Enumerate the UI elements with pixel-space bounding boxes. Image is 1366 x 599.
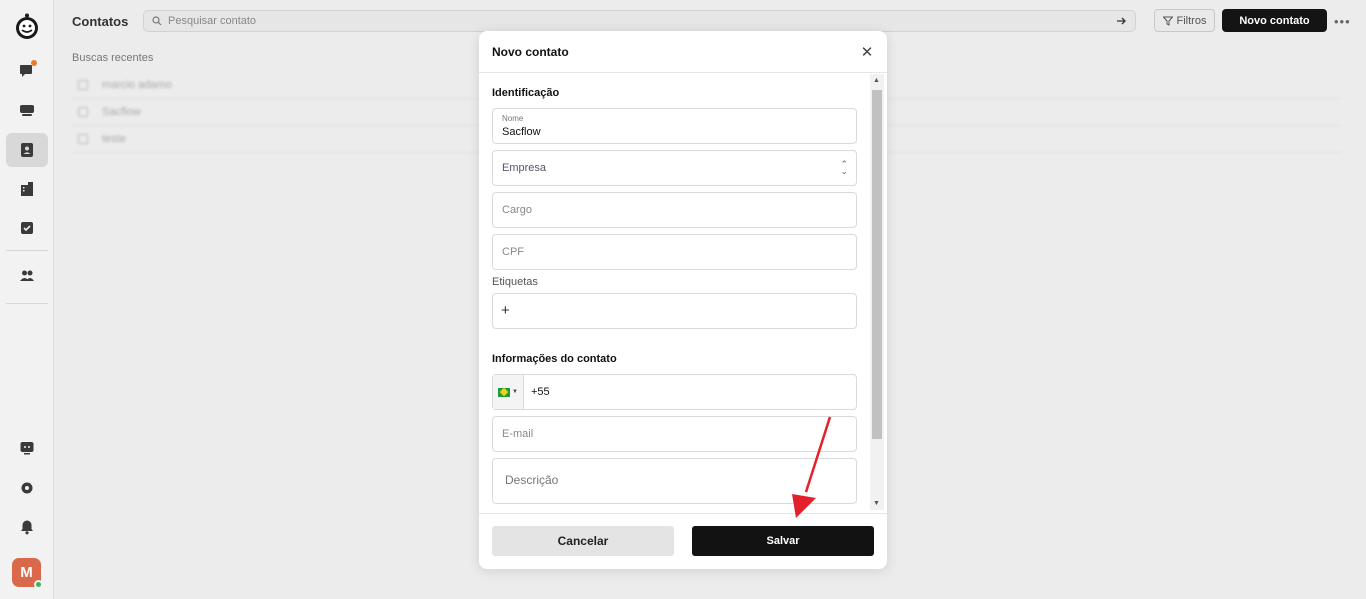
scroll-down-icon[interactable]: ▼	[873, 500, 880, 507]
brazil-flag-icon	[498, 387, 511, 397]
scroll-thumb[interactable]	[872, 90, 882, 439]
modal-title: Novo contato	[492, 44, 569, 59]
role-placeholder: Cargo	[502, 204, 532, 216]
company-select[interactable]: Empresa ⌃ ⌄	[492, 150, 857, 186]
modal-header: Novo contato ✕	[479, 31, 887, 73]
modal-footer: Cancelar Salvar	[479, 513, 887, 569]
scroll-up-icon[interactable]: ▲	[873, 77, 880, 84]
role-field[interactable]: Cargo	[492, 192, 857, 228]
caret-down-icon: ▼	[512, 389, 518, 395]
save-button[interactable]: Salvar	[692, 526, 874, 556]
name-field[interactable]: Nome Sacflow	[492, 108, 857, 144]
name-value: Sacflow	[502, 126, 541, 138]
tags-label: Etiquetas	[492, 276, 538, 288]
email-field[interactable]: E-mail	[492, 416, 857, 452]
phone-value: +55	[531, 386, 550, 398]
plus-icon[interactable]: +	[501, 302, 510, 319]
name-label: Nome	[502, 114, 524, 123]
country-selector[interactable]: ▼	[493, 375, 524, 409]
email-placeholder: E-mail	[502, 428, 534, 440]
description-field[interactable]: Descrição	[492, 458, 857, 504]
new-contact-modal: Novo contato ✕ Identificação Nome Sacflo…	[479, 31, 887, 569]
section-contact-title: Informações do contato	[492, 353, 617, 365]
tags-field[interactable]: +	[492, 293, 857, 329]
section-identification-title: Identificação	[492, 87, 560, 99]
close-icon[interactable]: ✕	[860, 44, 874, 61]
cpf-placeholder: CPF	[502, 246, 524, 258]
modal-scrollbar[interactable]: ▲ ▼	[870, 74, 884, 510]
chevron-updown-icon: ⌃ ⌄	[840, 159, 848, 176]
phone-field[interactable]: ▼ +55	[492, 374, 857, 410]
description-placeholder: Descrição	[505, 473, 559, 487]
modal-body: Identificação Nome Sacflow Empresa ⌃ ⌄ Ca…	[479, 73, 869, 513]
company-placeholder: Empresa	[502, 162, 547, 174]
cpf-field[interactable]: CPF	[492, 234, 857, 270]
cancel-button[interactable]: Cancelar	[492, 526, 674, 556]
